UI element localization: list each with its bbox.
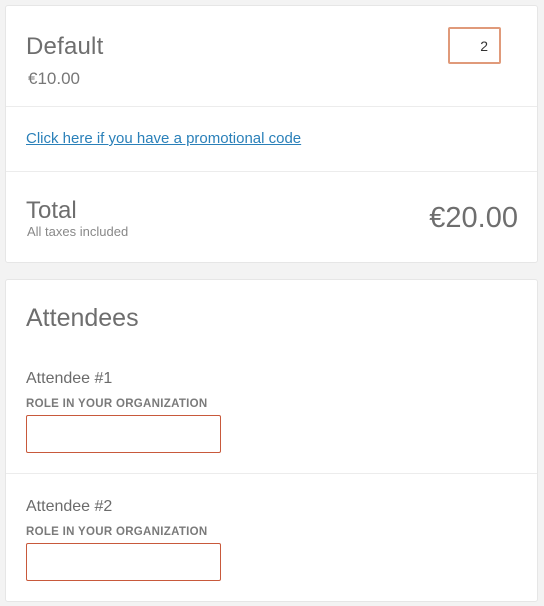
divider [6, 171, 537, 172]
promo-code-link[interactable]: Click here if you have a promotional cod… [26, 130, 301, 147]
taxes-note: All taxes included [27, 224, 129, 239]
total-label: Total [26, 197, 77, 224]
ticket-price: €10.00 [28, 69, 80, 88]
attendees-title: Attendees [26, 304, 139, 332]
order-summary-card: Default €10.00 2 Click here if you have … [5, 5, 538, 263]
attendee-label: Attendee #1 [26, 370, 113, 387]
attendees-card: Attendees Attendee #1 ROLE IN YOUR ORGAN… [5, 279, 538, 602]
attendee-label: Attendee #2 [26, 498, 113, 515]
divider [6, 106, 537, 107]
divider [6, 473, 537, 474]
role-field-label: ROLE IN YOUR ORGANIZATION [26, 526, 208, 538]
role-field-label: ROLE IN YOUR ORGANIZATION [26, 398, 208, 410]
ticket-name: Default [26, 33, 104, 60]
role-input[interactable] [26, 415, 221, 453]
total-value: €20.00 [429, 202, 518, 234]
role-input[interactable] [26, 543, 221, 581]
ticket-quantity-field[interactable]: 2 [448, 27, 501, 64]
